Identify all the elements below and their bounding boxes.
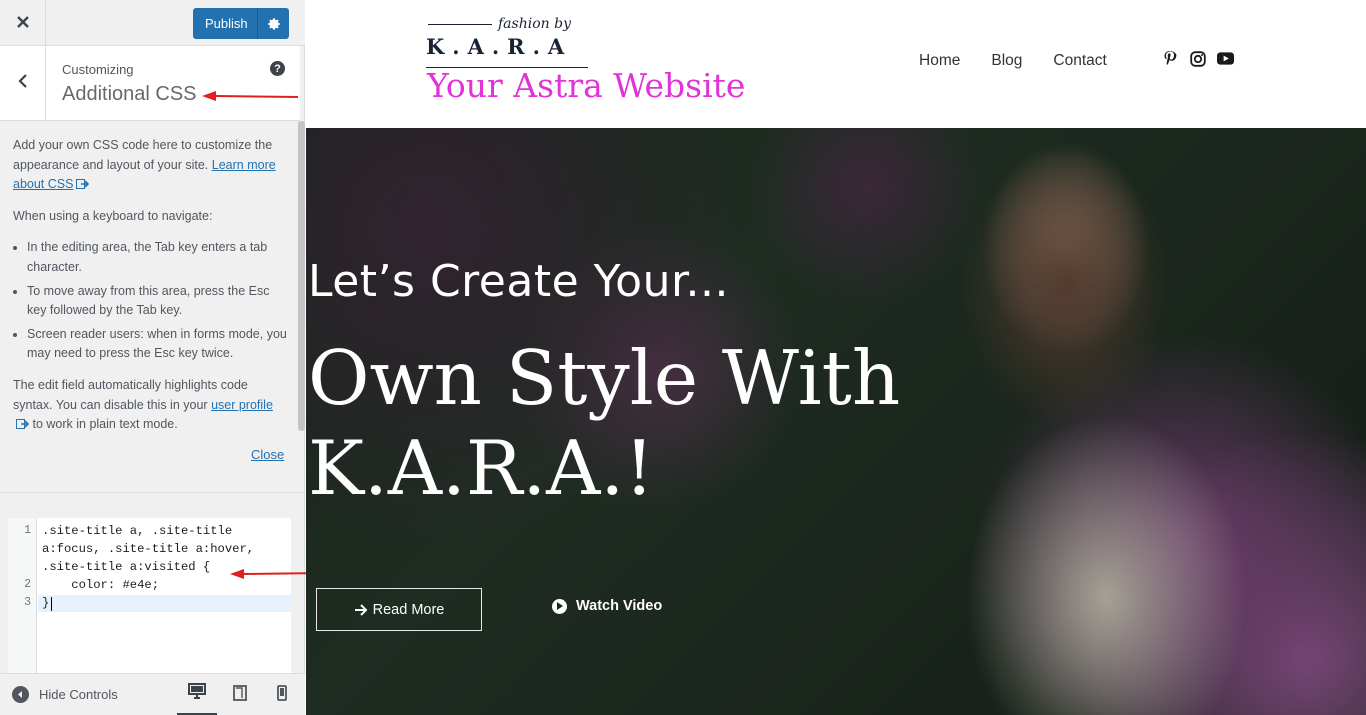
code-line: .site-title a, .site-title [42, 524, 233, 538]
main-navigation: Home Blog Contact [919, 52, 1107, 70]
line-number: 2 [24, 578, 31, 591]
keyboard-tips-list: In the editing area, the Tab key enters … [27, 238, 288, 364]
nav-contact[interactable]: Contact [1053, 52, 1106, 70]
site-title[interactable]: Your Astra Website [427, 66, 745, 105]
gear-icon[interactable] [258, 17, 289, 31]
read-more-label: Read More [372, 601, 445, 618]
hide-controls-button[interactable]: Hide Controls [12, 686, 118, 703]
site-logo[interactable]: fashion by K.A.R.A [426, 14, 596, 70]
hero-section: Let’s Create Your... Own Style With K.A.… [306, 128, 1366, 715]
customizer-sidebar: Publish Customizing Additional CSS ? Add… [0, 0, 305, 715]
line-number-gutter: 1 2 3 [8, 518, 37, 673]
social-links [1161, 50, 1234, 67]
back-button[interactable] [0, 46, 46, 121]
hero-title: Own Style With K.A.R.A.! [308, 333, 1008, 513]
hero-subtitle: Let’s Create Your... [308, 256, 729, 307]
publish-button[interactable]: Publish [193, 8, 289, 39]
logo-script-text: fashion by [498, 16, 571, 32]
list-item: Screen reader users: when in forms mode,… [27, 325, 288, 364]
highlight-text-after: to work in plain text mode. [32, 417, 178, 432]
site-header: fashion by K.A.R.A Your Astra Website Ho… [306, 0, 1366, 128]
intro-paragraph: Add your own CSS code here to customize … [13, 136, 288, 195]
instagram-icon[interactable] [1189, 50, 1206, 67]
hide-controls-label: Hide Controls [39, 687, 118, 702]
css-code-editor[interactable]: 1 2 3 .site-title a, .site-title a:focus… [8, 518, 291, 673]
logo-rule [428, 24, 492, 25]
code-line: } [42, 596, 50, 610]
code-line: color: #e4e; [42, 578, 160, 592]
css-description: Add your own CSS code here to customize … [13, 136, 288, 447]
keyboard-heading: When using a keyboard to navigate: [13, 208, 213, 223]
publish-label: Publish [205, 16, 248, 31]
code-line: .site-title a:visited { [42, 560, 211, 574]
site-preview: fashion by K.A.R.A Your Astra Website Ho… [306, 0, 1366, 715]
user-profile-link-text: user profile [211, 397, 273, 412]
play-icon [552, 598, 567, 614]
preview-tablet-button[interactable] [220, 674, 260, 715]
mobile-icon [277, 684, 287, 706]
tablet-icon [233, 684, 247, 706]
text-cursor [51, 597, 52, 611]
collapse-arrow-icon [12, 686, 29, 703]
highlight-paragraph: The edit field automatically highlights … [13, 376, 288, 435]
external-link-icon [76, 176, 90, 190]
youtube-icon[interactable] [1217, 50, 1234, 67]
sidebar-scrollbar[interactable] [298, 121, 305, 431]
breadcrumb: Customizing [62, 62, 134, 77]
code-line: a:focus, .site-title a:hover, [42, 542, 255, 556]
hero-title-line: K.A.R.A.! [308, 424, 655, 512]
customizer-header: Publish [0, 0, 305, 46]
nav-blog[interactable]: Blog [991, 52, 1022, 70]
list-item: In the editing area, the Tab key enters … [27, 238, 288, 277]
user-profile-link[interactable]: user profile [211, 398, 273, 412]
desktop-icon [188, 683, 206, 704]
section-header: Customizing Additional CSS ? [0, 46, 300, 121]
close-customizer-button[interactable] [0, 0, 46, 46]
preview-mobile-button[interactable] [262, 674, 302, 715]
watch-video-button[interactable]: Watch Video [552, 598, 662, 614]
close-link[interactable]: Close [251, 447, 284, 462]
divider [0, 492, 305, 493]
help-icon[interactable]: ? [270, 61, 285, 76]
logo-wordmark: K.A.R.A [426, 34, 573, 59]
arrow-right-icon [354, 603, 368, 616]
customizer-footer: Hide Controls [0, 673, 305, 715]
nav-home[interactable]: Home [919, 52, 960, 70]
chevron-left-icon [17, 73, 28, 94]
watch-video-label: Watch Video [576, 598, 663, 614]
close-icon [16, 12, 30, 35]
external-link-icon [16, 416, 30, 430]
page-title: Additional CSS [62, 83, 197, 105]
list-item: To move away from this area, press the E… [27, 282, 288, 321]
line-number: 3 [24, 596, 31, 609]
read-more-button[interactable]: Read More [316, 588, 482, 631]
line-number: 1 [24, 524, 31, 537]
hero-title-line: Own Style With [308, 334, 901, 422]
active-line-highlight [38, 595, 291, 612]
preview-desktop-button[interactable] [177, 674, 217, 715]
pinterest-icon[interactable] [1161, 50, 1178, 67]
